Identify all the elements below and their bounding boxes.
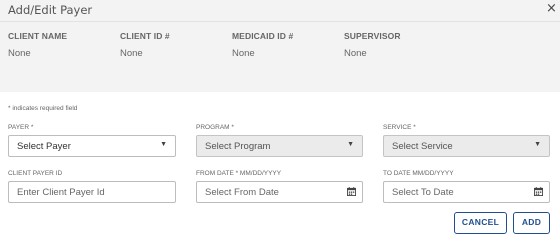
client-id-value: None [120,48,143,59]
payer-label: PAYER * [8,124,34,131]
calendar-icon[interactable] [347,187,356,196]
calendar-icon[interactable] [534,187,543,196]
to-date-label: TO DATE MM/DD/YYYY [383,170,454,177]
medicaid-id-value: None [232,48,255,59]
service-label: SERVICE * [383,124,416,131]
to-date-placeholder: Select To Date [392,187,454,198]
payer-select-value: Select Payer [17,141,71,152]
service-select-value: Select Service [392,141,453,152]
modal-title: Add/Edit Payer [8,3,93,17]
program-select[interactable]: Select Program ▼ [196,135,363,157]
add-edit-payer-modal: Add/Edit Payer × CLIENT NAME None CLIENT… [0,0,560,240]
from-date-input[interactable]: Select From Date [196,181,363,203]
supervisor-value: None [344,48,367,59]
add-button[interactable]: ADD [513,212,550,234]
client-name-label: CLIENT NAME [8,31,68,41]
program-select-value: Select Program [205,141,271,152]
from-date-placeholder: Select From Date [205,187,279,198]
payer-select[interactable]: Select Payer ▼ [8,135,176,157]
header-divider [0,21,560,22]
required-field-note: * indicates required field [8,105,78,112]
chevron-down-icon: ▼ [347,141,354,148]
client-payer-id-label: CLIENT PAYER ID [8,170,63,177]
medicaid-id-label: MEDICAID ID # [232,31,294,41]
supervisor-label: SUPERVISOR [344,31,401,41]
cancel-button[interactable]: CANCEL [454,212,507,234]
chevron-down-icon: ▼ [534,141,541,148]
client-payer-id-placeholder: Enter Client Payer Id [17,187,105,198]
client-name-value: None [8,48,31,59]
client-payer-id-input[interactable]: Enter Client Payer Id [8,181,176,203]
to-date-input[interactable]: Select To Date [383,181,550,203]
close-icon[interactable]: × [546,1,557,17]
chevron-down-icon: ▼ [160,141,167,148]
from-date-label: FROM DATE * MM/DD/YYYY [196,170,282,177]
client-info-header: Add/Edit Payer × CLIENT NAME None CLIENT… [0,0,560,92]
client-id-label: CLIENT ID # [120,31,170,41]
program-label: PROGRAM * [196,124,234,131]
service-select[interactable]: Select Service ▼ [383,135,550,157]
